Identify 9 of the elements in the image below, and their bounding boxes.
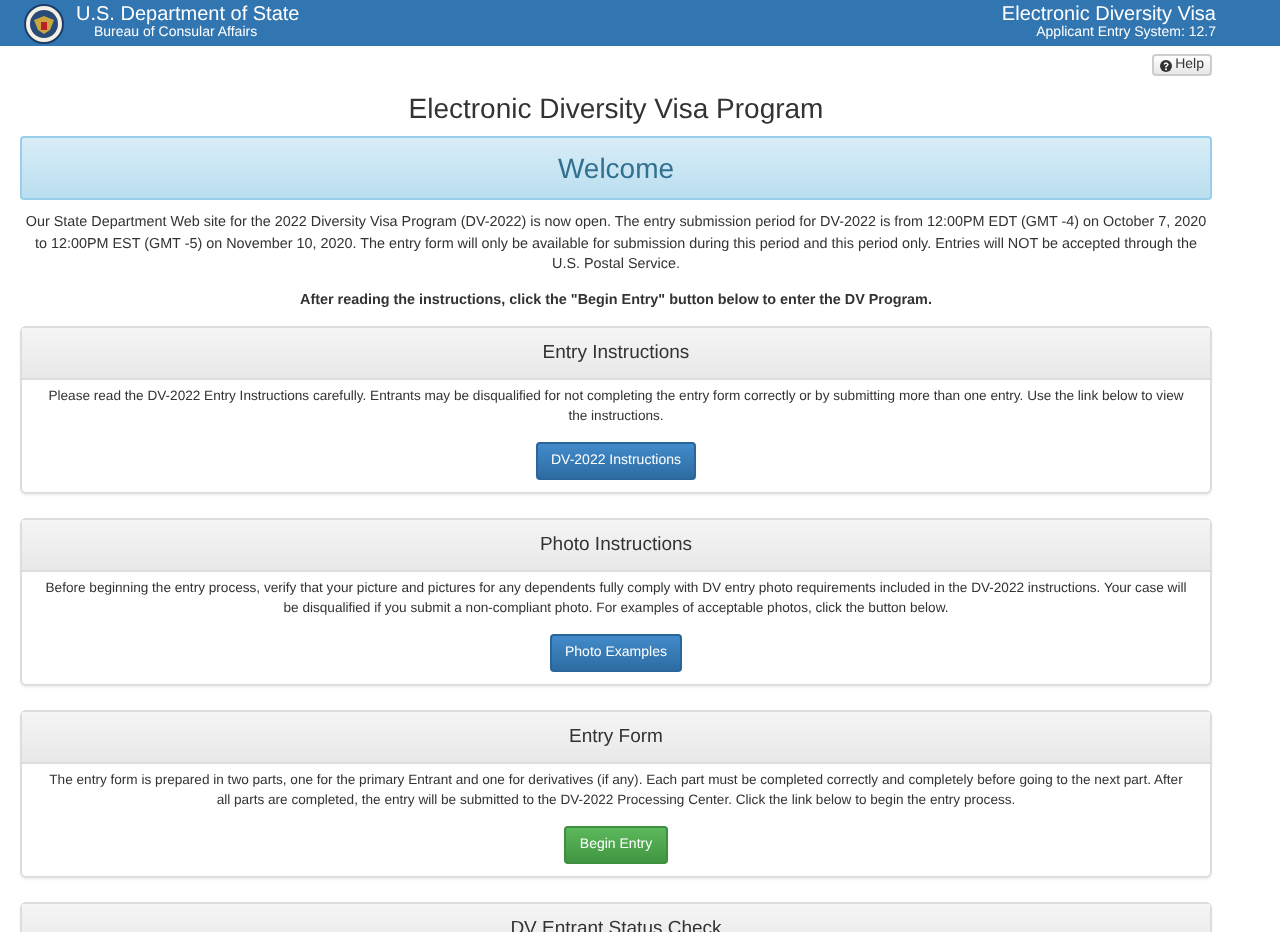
page-title: Electronic Diversity Visa Program [406, 92, 826, 124]
panel-heading: Photo Instructions [22, 519, 1210, 571]
panel-heading: Entry Form [22, 711, 1210, 763]
system-title: Electronic Diversity Visa [1001, 4, 1216, 26]
seal-icon [24, 3, 64, 43]
panel-heading: Entry Instructions [22, 327, 1210, 379]
welcome-banner: Welcome [20, 136, 1212, 200]
help-icon [1159, 59, 1172, 71]
agency-name: U.S. Department of State [76, 4, 300, 26]
